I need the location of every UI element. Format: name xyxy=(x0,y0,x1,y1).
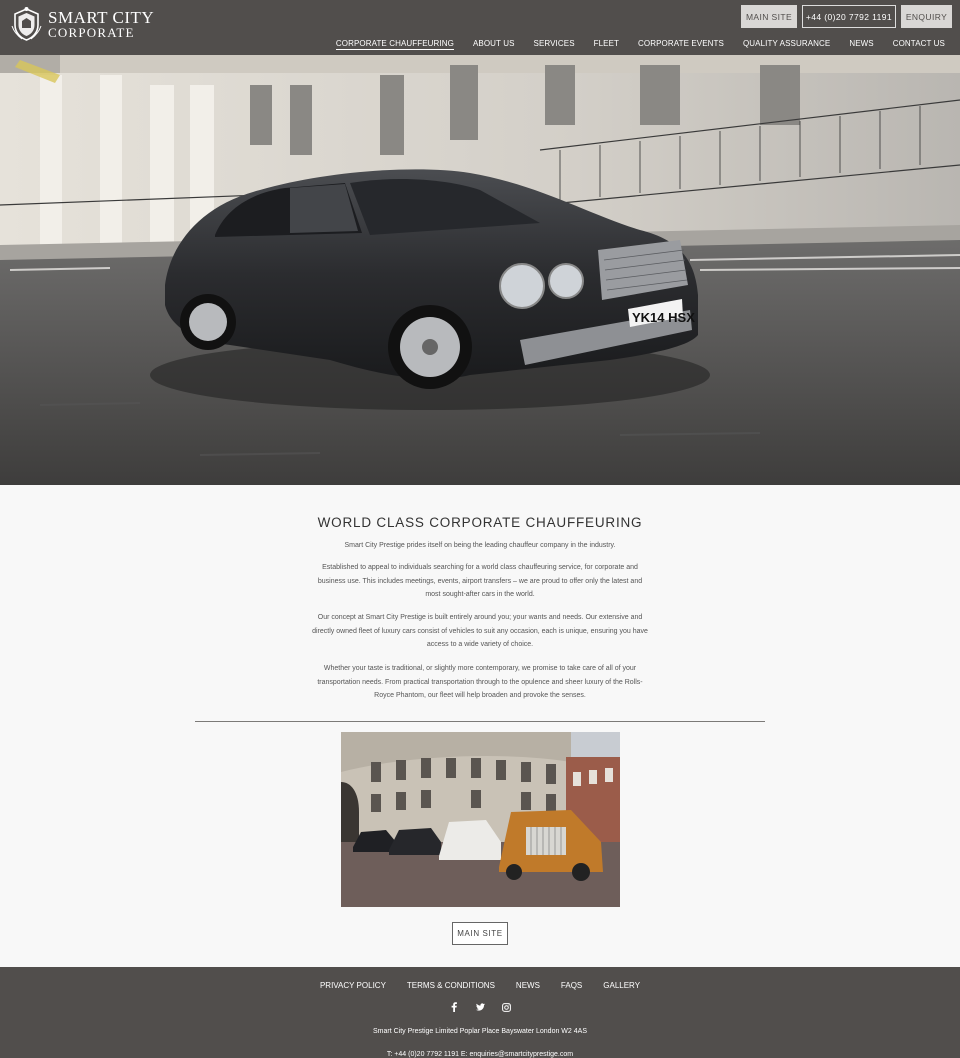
footer-link-terms[interactable]: TERMS & CONDITIONS xyxy=(407,981,495,990)
main-site-button[interactable]: MAIN SITE xyxy=(452,922,508,945)
intro-paragraph: Smart City Prestige prides itself on bei… xyxy=(344,542,616,549)
hero-image: YK14 HSX xyxy=(0,55,960,485)
nav-corporate-events[interactable]: CORPORATE EVENTS xyxy=(638,39,724,50)
body-paragraph-2: Our concept at Smart City Prestige is bu… xyxy=(312,614,648,648)
body-paragraph-1: Established to appeal to individuals sea… xyxy=(317,564,643,598)
page-title: WORLD CLASS CORPORATE CHAUFFEURING xyxy=(317,515,643,530)
instagram-icon[interactable] xyxy=(501,1002,511,1012)
nav-contact-us[interactable]: CONTACT US xyxy=(893,39,945,50)
facebook-icon[interactable] xyxy=(450,1002,459,1012)
section-divider xyxy=(195,721,765,722)
footer-link-privacy-policy[interactable]: PRIVACY POLICY xyxy=(320,981,386,990)
nav-corporate-chauffeuring[interactable]: CORPORATE CHAUFFEURING xyxy=(335,39,454,50)
logo[interactable]: SMART CITY CORPORATE xyxy=(9,6,154,42)
footer-link-gallery[interactable]: GALLERY xyxy=(603,981,640,990)
main-content: WORLD CLASS CORPORATE CHAUFFEURING Smart… xyxy=(0,485,960,967)
main-site-top-button[interactable]: MAIN SITE xyxy=(741,5,797,28)
enquiry-button[interactable]: ENQUIRY xyxy=(901,5,952,28)
main-nav: CORPORATE CHAUFFEURING ABOUT US SERVICES… xyxy=(335,39,945,50)
logo-text: SMART CITY CORPORATE xyxy=(48,9,154,39)
fleet-photo xyxy=(341,732,620,907)
logo-line2: CORPORATE xyxy=(48,25,135,40)
footer-address: Smart City Prestige Limited Poplar Place… xyxy=(373,1028,587,1035)
body-paragraph-3: Whether your taste is traditional, or sl… xyxy=(317,665,643,699)
nav-about-us[interactable]: ABOUT US xyxy=(473,39,515,50)
footer-nav: PRIVACY POLICY TERMS & CONDITIONS NEWS F… xyxy=(0,981,960,990)
site-header: SMART CITY CORPORATE MAIN SITE +44 (0)20… xyxy=(0,0,960,55)
nav-fleet[interactable]: FLEET xyxy=(594,39,619,50)
social-links xyxy=(0,1002,960,1012)
phone-button[interactable]: +44 (0)20 7792 1191 xyxy=(802,5,896,28)
footer-contact: T: +44 (0)20 7792 1191 E: enquiries@smar… xyxy=(386,1051,574,1058)
license-plate: YK14 HSX xyxy=(632,310,695,325)
logo-line1: SMART CITY xyxy=(48,8,155,27)
nav-services[interactable]: SERVICES xyxy=(534,39,575,50)
footer-link-news[interactable]: NEWS xyxy=(516,981,540,990)
twitter-icon[interactable] xyxy=(475,1002,485,1012)
nav-news[interactable]: NEWS xyxy=(849,39,873,50)
site-footer: PRIVACY POLICY TERMS & CONDITIONS NEWS F… xyxy=(0,967,960,1058)
footer-link-faqs[interactable]: FAQS xyxy=(561,981,582,990)
nav-quality-assurance[interactable]: QUALITY ASSURANCE xyxy=(743,39,830,50)
crest-icon xyxy=(11,7,42,41)
top-buttons: MAIN SITE +44 (0)20 7792 1191 ENQUIRY xyxy=(741,5,952,28)
